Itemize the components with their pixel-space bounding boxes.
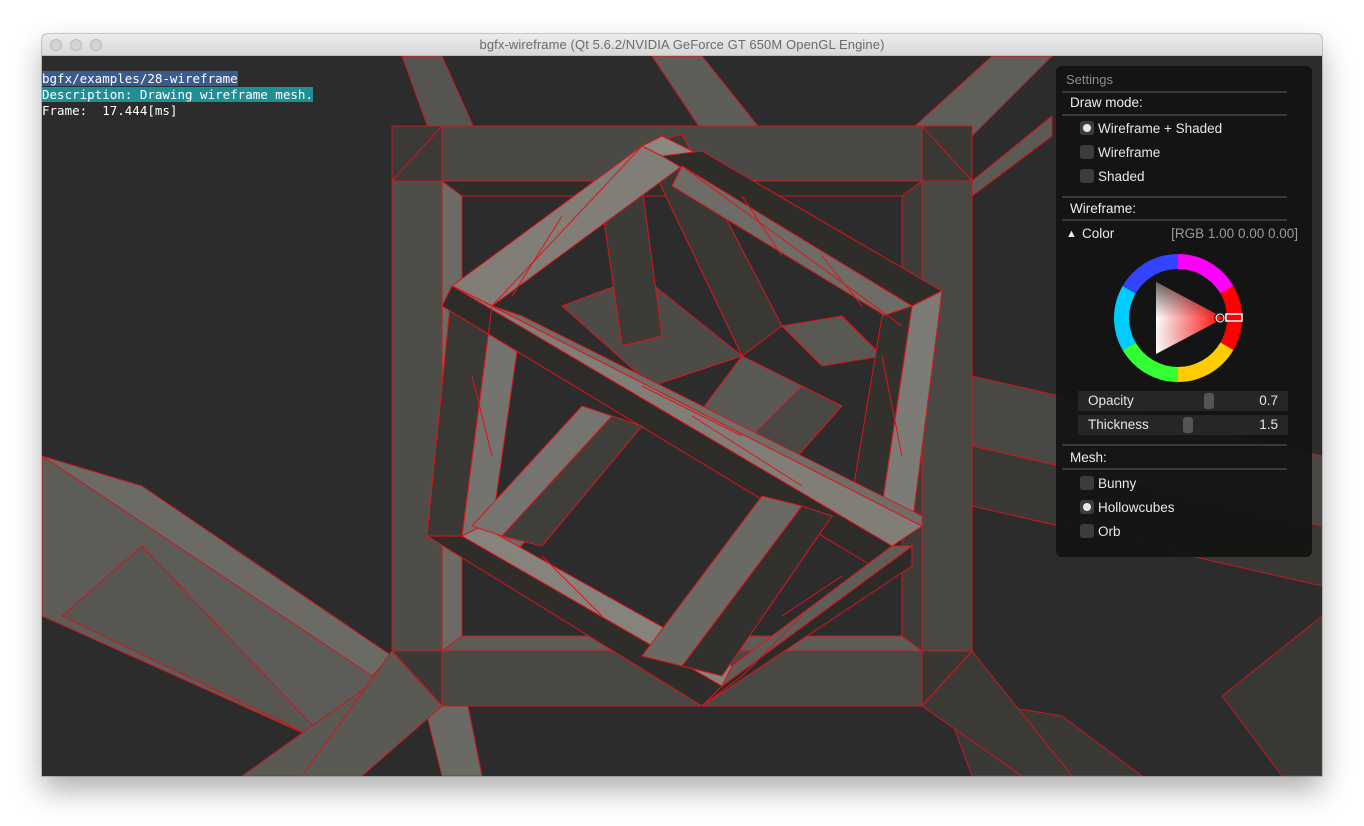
radio-selected-icon[interactable]	[1080, 500, 1094, 514]
opacity-value: 0.7	[1259, 393, 1278, 408]
draw-mode-label: Draw mode:	[1070, 95, 1143, 110]
radio-icon[interactable]	[1080, 524, 1094, 538]
color-value: [RGB 1.00 0.00 0.00]	[1171, 226, 1298, 241]
divider	[1062, 91, 1287, 93]
radio-icon[interactable]	[1080, 145, 1094, 159]
draw-mode-option-shaded[interactable]: Shaded	[1080, 167, 1145, 185]
window-title: bgfx-wireframe (Qt 5.6.2/NVIDIA GeForce …	[479, 37, 885, 52]
draw-mode-option-wireframe-shaded[interactable]: Wireframe + Shaded	[1080, 119, 1222, 137]
option-label: Orb	[1098, 523, 1121, 539]
mesh-option-hollowcubes[interactable]: Hollowcubes	[1080, 498, 1175, 516]
collapse-triangle-icon[interactable]: ▲	[1066, 228, 1077, 240]
option-label: Hollowcubes	[1098, 499, 1175, 515]
thickness-label: Thickness	[1088, 417, 1149, 432]
radio-icon[interactable]	[1080, 476, 1094, 490]
thickness-slider-grab[interactable]	[1183, 417, 1193, 433]
color-wheel-picker[interactable]	[1112, 252, 1244, 384]
color-header[interactable]: ▲ Color [RGB 1.00 0.00 0.00]	[1066, 226, 1298, 244]
option-label: Wireframe	[1098, 144, 1161, 160]
divider	[1062, 114, 1287, 116]
option-label: Wireframe + Shaded	[1098, 120, 1223, 136]
opacity-label: Opacity	[1088, 393, 1134, 408]
debug-description: Description: Drawing wireframe mesh.	[42, 87, 313, 102]
thickness-slider[interactable]: Thickness 1.5	[1078, 415, 1288, 435]
debug-overlay: bgfx/examples/28-wireframe Description: …	[42, 71, 313, 119]
render-viewport[interactable]: bgfx/examples/28-wireframe Description: …	[42, 56, 1322, 776]
opacity-slider-grab[interactable]	[1204, 393, 1214, 409]
color-label: Color	[1082, 226, 1115, 241]
title-bar[interactable]: bgfx-wireframe (Qt 5.6.2/NVIDIA GeForce …	[42, 34, 1322, 56]
divider	[1062, 196, 1287, 198]
option-label: Shaded	[1098, 168, 1145, 184]
mesh-section-label: Mesh:	[1070, 450, 1107, 465]
mesh-option-orb[interactable]: Orb	[1080, 522, 1121, 540]
settings-title[interactable]: Settings	[1066, 72, 1113, 87]
radio-selected-icon[interactable]	[1080, 121, 1094, 135]
wireframe-section-label: Wireframe:	[1070, 201, 1137, 216]
divider	[1062, 468, 1287, 470]
divider	[1062, 444, 1287, 446]
option-label: Bunny	[1098, 475, 1137, 491]
radio-icon[interactable]	[1080, 169, 1094, 183]
mesh-option-bunny[interactable]: Bunny	[1080, 474, 1136, 492]
debug-frame-time: Frame: 17.444[ms]	[42, 103, 178, 118]
debug-example-path: bgfx/examples/28-wireframe	[42, 71, 238, 86]
draw-mode-option-wireframe[interactable]: Wireframe	[1080, 143, 1160, 161]
app-window: bgfx-wireframe (Qt 5.6.2/NVIDIA GeForce …	[42, 34, 1322, 776]
thickness-value: 1.5	[1259, 417, 1278, 432]
settings-panel[interactable]: Settings Draw mode: Wireframe + Shaded W…	[1056, 66, 1312, 557]
opacity-slider[interactable]: Opacity 0.7	[1078, 391, 1288, 411]
divider	[1062, 219, 1287, 221]
